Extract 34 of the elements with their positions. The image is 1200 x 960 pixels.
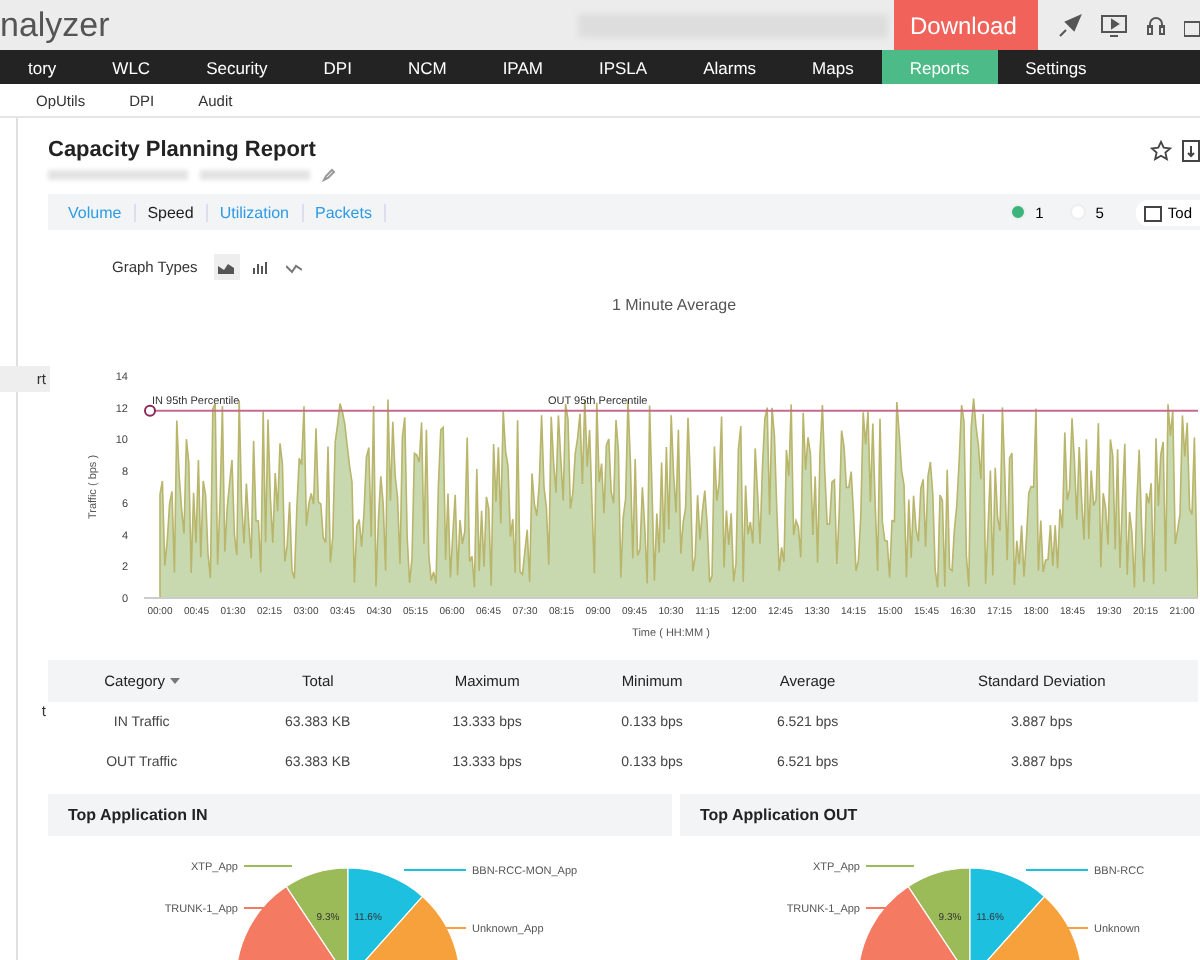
report-title: Capacity Planning Report: [48, 138, 318, 162]
nav-tab[interactable]: Settings: [997, 50, 1115, 84]
nav-tab[interactable]: IPSLA: [570, 50, 676, 84]
area-chart-button[interactable]: [213, 254, 240, 280]
app-logo: nalyzer: [0, 5, 110, 45]
nav-tab[interactable]: Security: [178, 50, 296, 84]
nav-tab[interactable]: IPAM: [474, 50, 571, 84]
bar-chart-icon: [252, 260, 269, 274]
line-chart-icon: [286, 260, 303, 274]
nav-tab[interactable]: Alarms: [675, 50, 785, 84]
nav-tab[interactable]: tory: [0, 50, 85, 84]
area-chart-icon: [218, 260, 235, 274]
headset-icon[interactable]: [1146, 13, 1166, 37]
export-icon[interactable]: [1182, 139, 1200, 161]
blurred-text: [48, 169, 188, 179]
panel-title: Top Application IN: [48, 794, 672, 836]
nav-tab[interactable]: Maps: [784, 50, 882, 84]
monitor-icon[interactable]: [1100, 13, 1128, 37]
leader-line: [865, 865, 915, 867]
report-tab[interactable]: Speed: [135, 203, 208, 221]
nav-tab[interactable]: NCM: [379, 50, 475, 84]
sort-icon[interactable]: [169, 676, 180, 686]
panel-title: Top Application OUT: [680, 794, 1200, 836]
pencil-icon[interactable]: [322, 167, 336, 181]
leader-line: [1025, 869, 1089, 871]
calendar-icon: [1143, 203, 1162, 221]
nav-tab[interactable]: DPI: [295, 50, 380, 84]
leader-line: [243, 865, 293, 867]
nav-tab[interactable]: WLC: [84, 50, 179, 84]
star-icon[interactable]: [1150, 139, 1172, 161]
chart-title: 1 Minute Average: [609, 294, 739, 314]
leader-line: [403, 869, 467, 871]
percentile-marker: [144, 404, 156, 417]
blurred-text: [200, 169, 310, 179]
